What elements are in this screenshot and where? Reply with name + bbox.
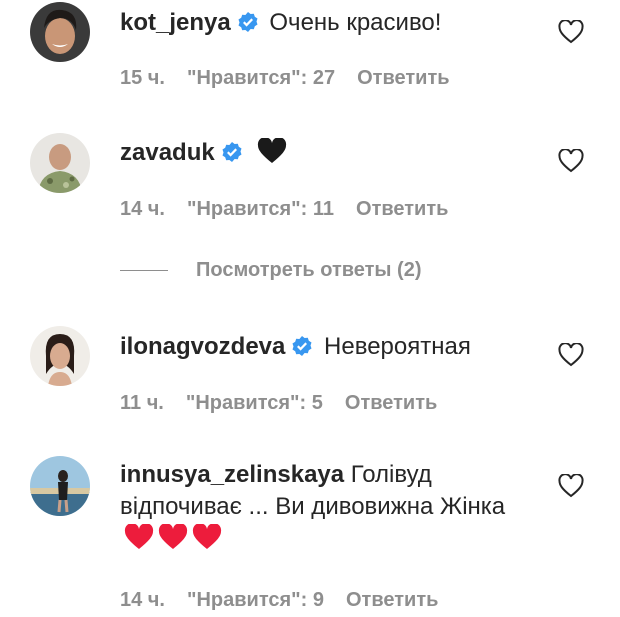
verified-badge-icon — [291, 334, 313, 366]
red-heart-icon — [158, 523, 188, 559]
comment-time: 14 ч. — [120, 589, 165, 611]
username-link[interactable]: ilonagvozdeva — [120, 333, 285, 360]
avatar[interactable] — [30, 456, 90, 516]
reply-button[interactable]: Ответить — [346, 589, 438, 611]
red-heart-icon — [124, 523, 154, 559]
comment-text: kot_jenya Очень красиво! — [120, 7, 540, 42]
view-replies-button[interactable]: Посмотреть ответы (2) — [120, 258, 422, 282]
comment-meta: 14 ч. "Нравится": 11 Ответить — [120, 197, 470, 221]
avatar[interactable] — [30, 2, 90, 62]
comment-text: ilonagvozdeva Невероятная — [120, 331, 540, 366]
reply-button[interactable]: Ответить — [357, 67, 449, 89]
view-replies-label: Посмотреть ответы (2) — [196, 259, 422, 281]
reply-button[interactable]: Ответить — [356, 198, 448, 220]
comment-text: zavaduk — [120, 137, 540, 173]
comment-likes[interactable]: "Нравится": 27 — [187, 67, 335, 89]
comment-body: Очень красиво! — [269, 9, 442, 36]
avatar[interactable] — [30, 133, 90, 193]
username-link[interactable]: zavaduk — [120, 139, 215, 166]
comment-meta: 11 ч. "Нравится": 5 Ответить — [120, 391, 459, 415]
comment-meta: 14 ч. "Нравится": 9 Ответить — [120, 588, 460, 612]
comment-likes[interactable]: "Нравится": 5 — [186, 392, 323, 414]
comment-time: 11 ч. — [120, 392, 164, 414]
verified-badge-icon — [237, 10, 259, 42]
comment-time: 15 ч. — [120, 67, 165, 89]
red-heart-icon — [192, 523, 222, 559]
verified-badge-icon — [221, 140, 243, 172]
comment-text: innusya_zelinskaya Голівуд відпочиває ..… — [120, 459, 540, 559]
username-link[interactable]: innusya_zelinskaya — [120, 461, 344, 488]
like-heart-icon[interactable] — [558, 20, 584, 44]
comment-likes[interactable]: "Нравится": 9 — [187, 589, 324, 611]
reply-button[interactable]: Ответить — [345, 392, 437, 414]
comment-meta: 15 ч. "Нравится": 27 Ответить — [120, 66, 472, 90]
comment-likes[interactable]: "Нравится": 11 — [187, 198, 334, 220]
avatar[interactable] — [30, 326, 90, 386]
black-heart-icon — [257, 137, 287, 173]
comment-time: 14 ч. — [120, 198, 165, 220]
like-heart-icon[interactable] — [558, 343, 584, 367]
divider-line — [120, 270, 168, 272]
username-link[interactable]: kot_jenya — [120, 9, 231, 36]
comment-body: Невероятная — [324, 333, 471, 360]
like-heart-icon[interactable] — [558, 474, 584, 498]
like-heart-icon[interactable] — [558, 149, 584, 173]
